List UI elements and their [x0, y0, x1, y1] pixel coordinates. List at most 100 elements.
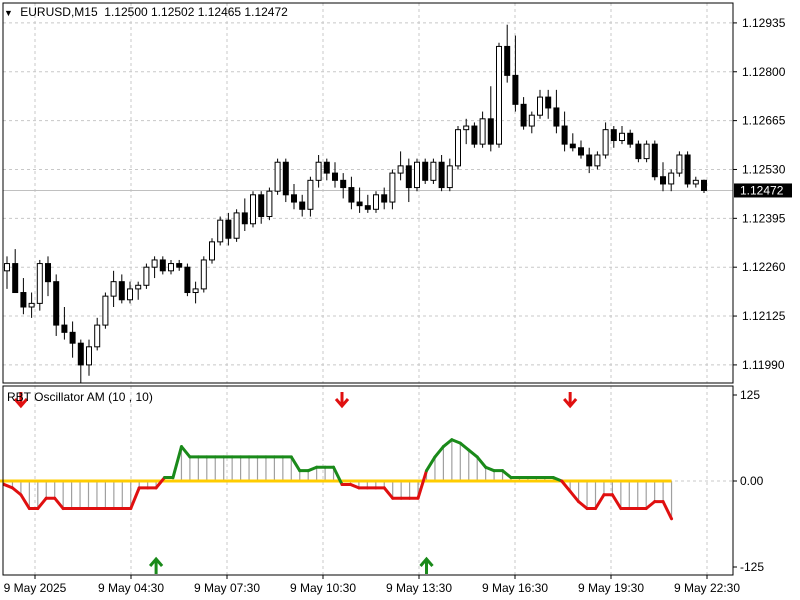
- candle-body: [77, 342, 84, 366]
- candle-body: [553, 107, 560, 127]
- candle-body: [258, 194, 265, 218]
- candle-body: [250, 194, 256, 225]
- candle-body: [635, 143, 642, 160]
- oscillator-tick-label: 125: [740, 388, 760, 402]
- oscillator-line-segment: [425, 455, 437, 473]
- candle-body: [627, 132, 634, 145]
- main-chart-title: ▼ EURUSD,M15 1.12500 1.12502 1.12465 1.1…: [4, 5, 288, 19]
- candle-body: [45, 263, 51, 283]
- oscillator-line-segment: [36, 496, 48, 511]
- oscillator-line-segment: [179, 445, 192, 459]
- candle-body: [512, 74, 519, 105]
- candle-body: [209, 241, 215, 261]
- chart-canvas[interactable]: 1.12935 1.12800 1.12665 1.12530 1.12395 1.122…: [0, 0, 800, 600]
- oscillator-line-segment: [171, 445, 183, 480]
- candle-body: [496, 45, 502, 145]
- candle-body: [53, 281, 60, 326]
- candle-body: [356, 201, 363, 207]
- arrow-up-icon: [419, 556, 434, 574]
- candle-body: [701, 179, 707, 191]
- candle-body: [438, 161, 445, 189]
- oscillator-tick-label: 0.00: [740, 474, 764, 488]
- candle-body: [619, 132, 625, 142]
- indicator-title: RBT Oscillator AM (10 , 10): [7, 390, 153, 404]
- candle-body: [389, 172, 396, 203]
- candle-body: [684, 154, 691, 185]
- candle-body: [20, 292, 27, 308]
- candle-body: [528, 114, 535, 127]
- oscillator-line-segment: [501, 469, 513, 480]
- candle-body: [4, 263, 10, 272]
- oscillator-axis: 125 0.00 -125: [733, 388, 764, 574]
- candle-body: [274, 161, 281, 192]
- candle-body: [225, 219, 232, 239]
- oscillator-line-segment: [577, 500, 589, 511]
- candle-body: [299, 201, 306, 210]
- oscillator-line-segment: [644, 500, 657, 511]
- price-tick-label: 1.12260: [742, 260, 786, 274]
- price-tick-label: 1.11990: [742, 358, 785, 372]
- candle-body: [323, 161, 330, 174]
- candle-body: [463, 125, 470, 131]
- candle-body: [282, 161, 289, 196]
- oscillator-line-segment: [594, 493, 606, 511]
- candle-body: [168, 263, 174, 272]
- candle-body: [455, 129, 461, 167]
- time-tick-label: 9 May 13:30: [386, 581, 452, 595]
- candle-body: [692, 179, 699, 185]
- candle-body: [602, 129, 609, 156]
- candle-body: [118, 281, 125, 301]
- current-price-label: 1.12472: [740, 183, 784, 197]
- candles: [4, 24, 707, 383]
- price-tick-label: 1.12530: [742, 162, 786, 176]
- oscillator-line-segment: [289, 455, 302, 473]
- time-tick-label: 9 May 22:30: [674, 581, 740, 595]
- price-axis: 1.12935 1.12800 1.12665 1.12530 1.12395 1.122…: [733, 16, 792, 372]
- candle-body: [291, 194, 297, 203]
- candle-body: [676, 154, 683, 174]
- oscillator-line-segment: [433, 445, 445, 459]
- candle-body: [192, 288, 199, 294]
- menu-triangle-icon[interactable]: ▼: [4, 8, 13, 18]
- candle-body: [504, 45, 511, 76]
- candle-body: [86, 346, 92, 366]
- candle-body: [159, 259, 166, 272]
- price-tick-label: 1.12935: [742, 16, 786, 30]
- candle-body: [446, 165, 453, 189]
- candle-body: [315, 161, 322, 181]
- candle-body: [471, 125, 478, 145]
- candle-body: [36, 263, 43, 304]
- oscillator-tick-label: -125: [740, 560, 764, 574]
- candle-body: [422, 161, 429, 181]
- oscillator-line-segment: [154, 476, 167, 490]
- oscillator-line-segment: [467, 448, 479, 459]
- candle-body: [110, 281, 117, 297]
- candle-body: [200, 259, 207, 290]
- candle-body: [28, 302, 35, 308]
- price-tick-label: 1.12665: [742, 114, 786, 128]
- candle-body: [397, 165, 404, 174]
- candle-body: [307, 179, 314, 210]
- candle-body: [102, 295, 109, 326]
- candle-body: [537, 96, 543, 116]
- candle-body: [176, 263, 183, 268]
- candle-body: [381, 194, 388, 203]
- candle-body: [151, 259, 158, 268]
- arrow-down-icon: [563, 392, 578, 409]
- candle-body: [651, 143, 658, 178]
- oscillator-line-segment: [661, 500, 674, 521]
- candle-body: [569, 143, 576, 149]
- oscillator-line-segment: [10, 486, 23, 497]
- candle-body: [61, 324, 68, 333]
- oscillator-line-segment: [475, 455, 488, 469]
- candle-body: [668, 172, 675, 185]
- candle-body: [233, 212, 240, 239]
- candle-body: [184, 266, 191, 294]
- candle-body: [266, 190, 273, 218]
- candle-body: [479, 118, 486, 145]
- candle-body: [487, 118, 494, 145]
- candle-body: [545, 96, 552, 109]
- oscillator-line-segment: [53, 496, 65, 511]
- time-tick-label: 9 May 16:30: [482, 581, 548, 595]
- candle-body: [332, 172, 338, 181]
